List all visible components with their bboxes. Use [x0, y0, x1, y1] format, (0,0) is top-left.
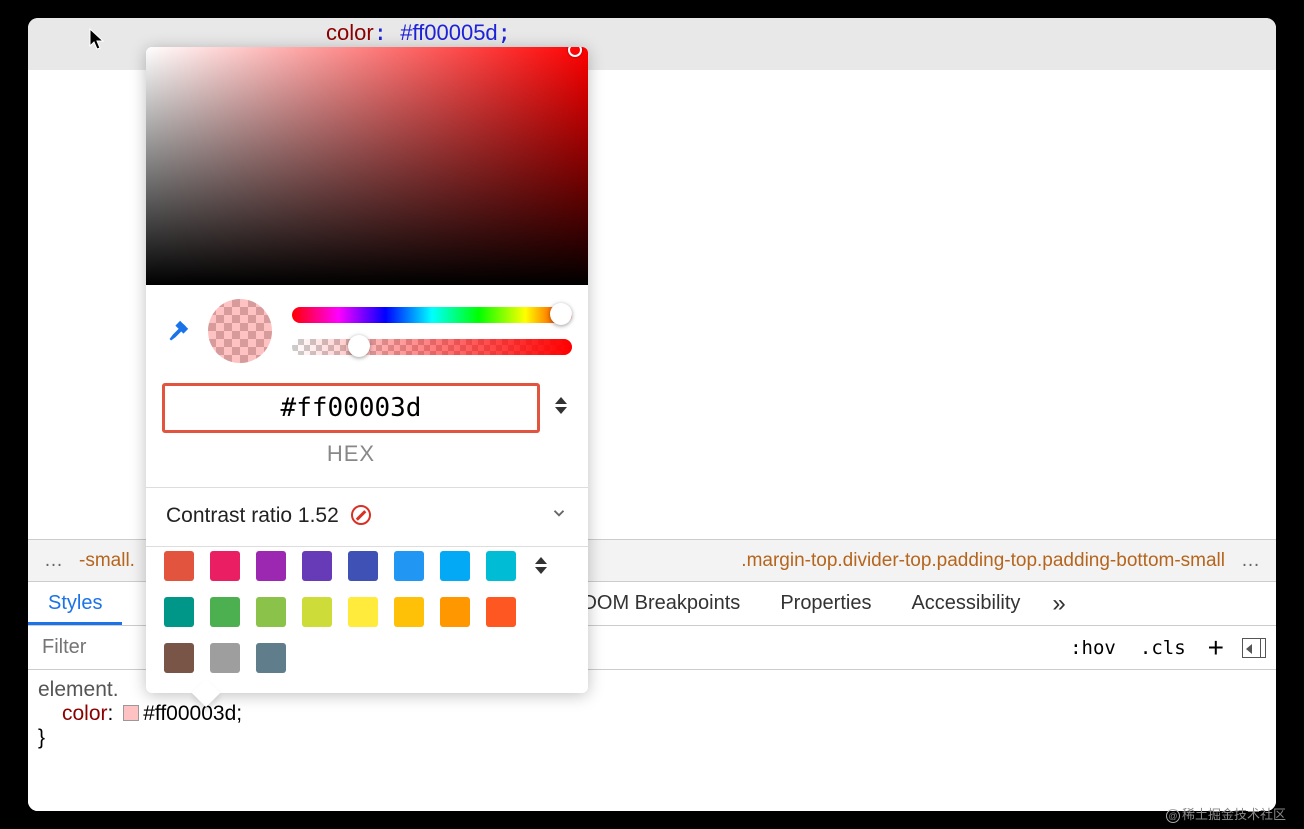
palette-swatch[interactable]	[164, 551, 194, 581]
palette-swatch[interactable]	[210, 597, 240, 627]
contrast-label: Contrast ratio	[166, 504, 292, 527]
palette-swatch[interactable]	[164, 597, 194, 627]
watermark: @稀土掘金技术社区	[1166, 804, 1286, 823]
palette-swatch[interactable]	[440, 551, 470, 581]
breadcrumb-more-left[interactable]: …	[34, 550, 73, 572]
hue-slider[interactable]	[292, 307, 572, 323]
saturation-spectrum[interactable]	[146, 47, 588, 285]
palette-swatch[interactable]	[486, 597, 516, 627]
tab-styles[interactable]: Styles	[28, 582, 122, 625]
breadcrumb-classes[interactable]: .margin-top.divider-top.padding-top.padd…	[735, 550, 1231, 572]
rule-property[interactable]: color	[62, 702, 108, 725]
hint-property: color	[326, 20, 374, 45]
rule-value[interactable]: #ff00003d	[143, 702, 236, 725]
rule-selector: element.	[38, 678, 119, 701]
palette-swatch[interactable]	[394, 551, 424, 581]
palette-swatch[interactable]	[210, 551, 240, 581]
rule-close: }	[38, 726, 45, 749]
new-rule-button[interactable]: +	[1198, 632, 1234, 664]
palette-swatch[interactable]	[164, 643, 194, 673]
breadcrumb-more-right[interactable]: …	[1231, 550, 1270, 572]
breadcrumb-left[interactable]: -small.	[73, 550, 141, 572]
current-color-swatch	[208, 299, 272, 363]
tabs-overflow-icon[interactable]: »	[1052, 590, 1065, 618]
eyedropper-button[interactable]	[162, 315, 194, 347]
palette-swatch[interactable]	[302, 551, 332, 581]
contrast-value: 1.52	[298, 504, 339, 527]
contrast-section[interactable]: Contrast ratio 1.52	[146, 488, 588, 544]
color-swatch-icon[interactable]	[123, 705, 139, 721]
palette-swatch[interactable]	[256, 643, 286, 673]
alpha-slider[interactable]	[292, 339, 572, 355]
palette-swatch[interactable]	[256, 597, 286, 627]
palette-swatch[interactable]	[348, 597, 378, 627]
hex-input[interactable]	[162, 383, 540, 433]
window: color: #ff00005d;	[28, 18, 1276, 811]
palette-swatch[interactable]	[486, 551, 516, 581]
palette-swatch[interactable]	[394, 597, 424, 627]
hint-value: #ff00005d	[400, 20, 497, 45]
palette-swatch[interactable]	[440, 597, 470, 627]
css-hint: color: #ff00005d;	[326, 20, 511, 46]
tab-dom-breakpoints[interactable]: DOM Breakpoints	[562, 582, 760, 625]
hex-label: HEX	[162, 441, 540, 467]
hov-button[interactable]: :hov	[1058, 635, 1128, 661]
toggle-sidebar-icon[interactable]	[1242, 638, 1266, 658]
color-format-stepper[interactable]	[550, 397, 572, 414]
palette-swatch[interactable]	[348, 551, 378, 581]
hue-handle[interactable]	[550, 303, 572, 325]
palette-swatch[interactable]	[302, 597, 332, 627]
color-picker: HEX Contrast ratio 1.52	[146, 47, 588, 693]
content-area: color: #ff00005d;	[28, 70, 1276, 811]
palette-swatch[interactable]	[256, 551, 286, 581]
palette-stepper[interactable]	[530, 557, 552, 673]
chevron-down-icon[interactable]	[550, 504, 568, 528]
cls-button[interactable]: .cls	[1128, 635, 1198, 661]
tab-accessibility[interactable]: Accessibility	[891, 582, 1040, 625]
palette-swatch[interactable]	[210, 643, 240, 673]
tab-properties[interactable]: Properties	[760, 582, 891, 625]
palette-section	[146, 547, 588, 693]
contrast-fail-icon	[351, 505, 371, 525]
